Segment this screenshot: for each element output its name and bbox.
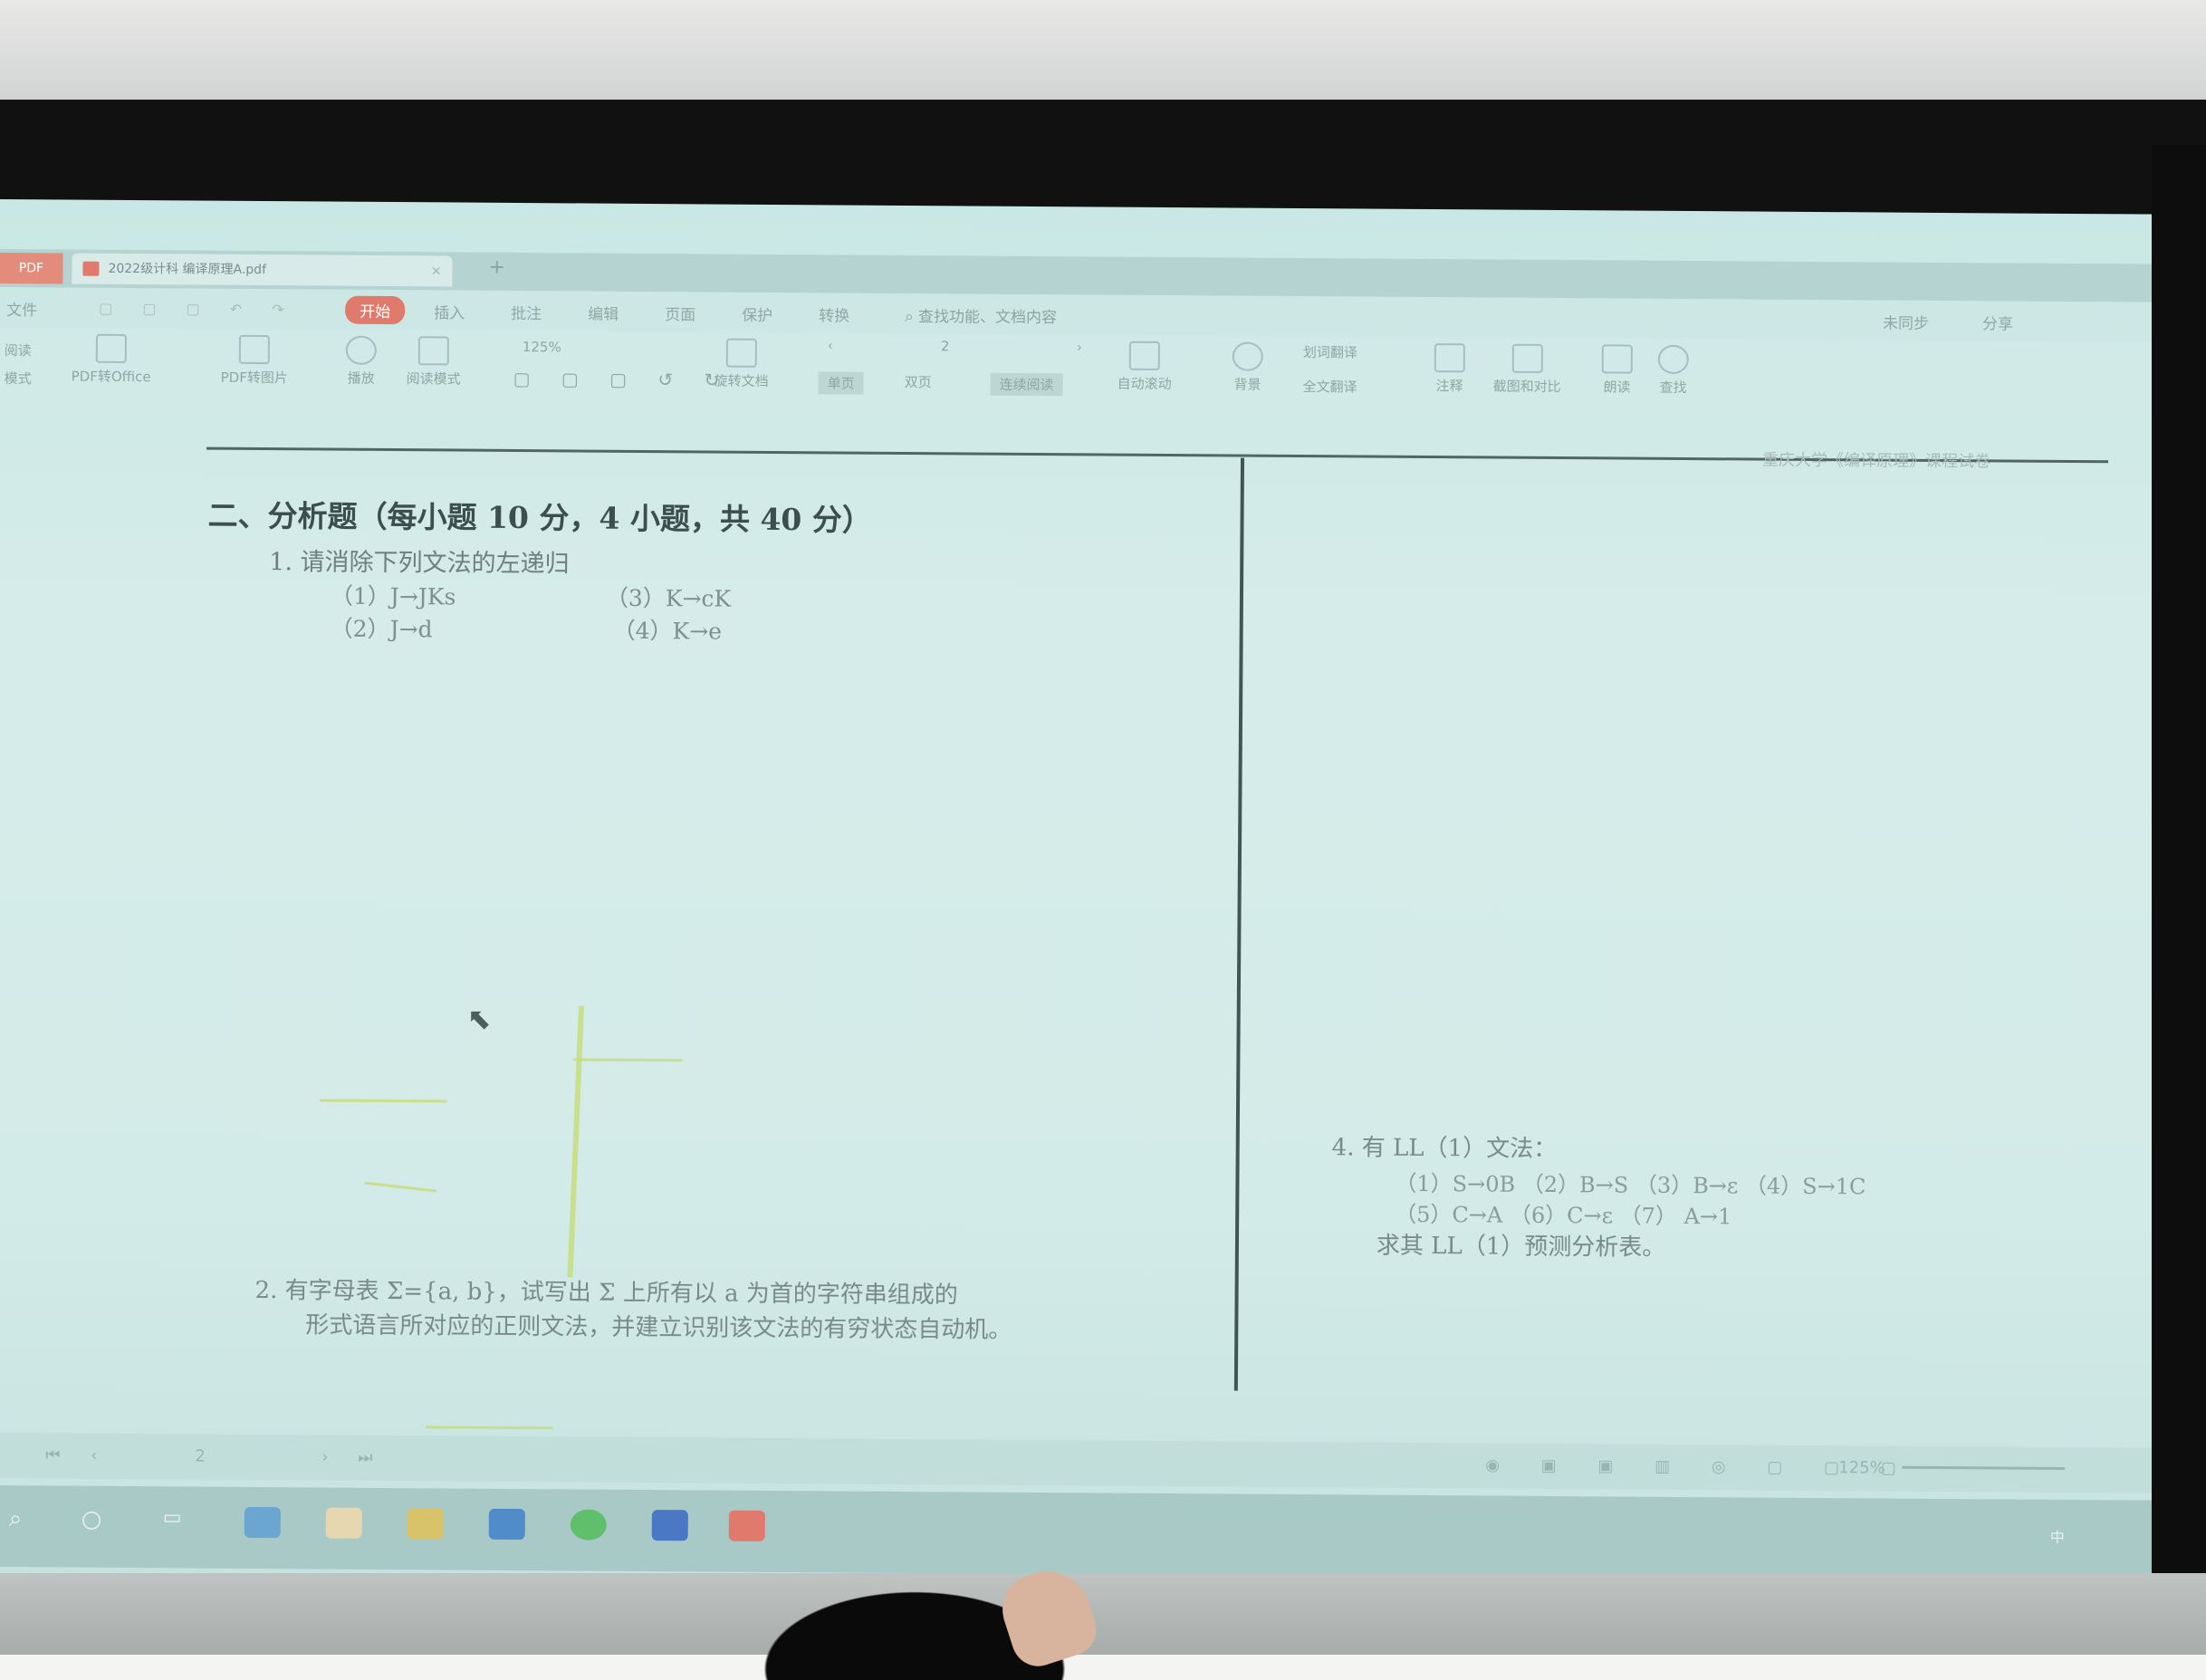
quick-access-icons[interactable]: ▢ ▢ ▢ ↶ ↷: [99, 300, 297, 319]
pen-annotation: [567, 1005, 585, 1278]
pen-annotation: [426, 1426, 553, 1430]
pdf-to-image-button[interactable]: PDF转图片: [221, 330, 289, 388]
menu-edit[interactable]: 编辑: [588, 302, 619, 324]
column-divider: [1233, 457, 1245, 1391]
q4-productions-row-2: （5）C→A （6）C→ε （7） A→1: [1395, 1201, 1732, 1230]
prev-page-button[interactable]: ‹: [828, 337, 833, 353]
pdf-page[interactable]: 二、分析题（每小题 10 分，4 小题，共 40 分） 1. 请消除下列文法的左…: [0, 449, 2163, 1514]
pdf-file-icon: [82, 261, 100, 276]
status-page-number[interactable]: 2: [195, 1447, 206, 1466]
next-page-status-button[interactable]: ›: [321, 1448, 328, 1467]
task-view-icon[interactable]: ▭: [163, 1506, 199, 1537]
play-icon: [345, 335, 377, 365]
rotate-document-button[interactable]: 旋转文档: [715, 333, 769, 390]
search-placeholder: 查找功能、文档内容: [917, 308, 1058, 328]
sync-status[interactable]: 未同步: [1883, 311, 1929, 333]
note-icon: [1434, 343, 1465, 373]
search-icon[interactable]: ⌕: [9, 1505, 45, 1536]
file-explorer-icon[interactable]: [407, 1508, 444, 1540]
menu-annotate[interactable]: 批注: [511, 301, 542, 323]
mail-icon[interactable]: [488, 1508, 525, 1541]
screenshot-compare-button[interactable]: 截图和对比: [1493, 339, 1561, 397]
menu-file[interactable]: 文件: [6, 297, 37, 320]
screenshot-icon: [1511, 343, 1543, 373]
windows-taskbar: ⌕ ○ ▭ 中: [0, 1484, 2156, 1582]
annotation-button[interactable]: 注释: [1434, 338, 1465, 395]
q1-production-1: （1）J→JKs: [330, 582, 456, 610]
find-button[interactable]: 查找: [1657, 340, 1689, 397]
q1-production-4: （4）K→e: [612, 617, 723, 645]
first-page-button[interactable]: ⏮: [45, 1445, 60, 1464]
q4-productions-row-1: （1）S→0B （2）B→S （3）B→ε （4）S→1C: [1395, 1170, 1866, 1200]
word-translate-button[interactable]: 划词翻译: [1303, 342, 1357, 361]
prev-page-status-button[interactable]: ‹: [91, 1446, 97, 1465]
menu-protect[interactable]: 保护: [742, 302, 772, 325]
question-1-title: 1. 请消除下列文法的左递归: [269, 548, 570, 579]
speaker-icon: [1601, 344, 1633, 374]
read-mode-side[interactable]: 阅读 模式: [5, 341, 32, 388]
close-icon[interactable]: ×: [431, 255, 442, 286]
pen-annotation: [320, 1099, 447, 1103]
q2-line-2: 形式语言所对应的正则文法，并建立识别该文法的有穷状态自动机。: [305, 1311, 1012, 1344]
question-2: 2. 有字母表 Σ={a, b}，试写出 Σ 上所有以 a 为首的字符串组成的 …: [254, 1273, 1233, 1349]
q1-production-2: （2）J→d: [330, 615, 433, 643]
full-translate-button[interactable]: 全文翻译: [1303, 377, 1357, 396]
pen-annotation: [573, 1058, 683, 1062]
q4-ask: 求其 LL（1）预测分析表。: [1376, 1232, 1666, 1262]
tab-document[interactable]: 2022级计科 编译原理A.pdf ×: [72, 253, 453, 287]
read-aloud-button[interactable]: 朗读: [1601, 339, 1633, 396]
wechat-icon[interactable]: [570, 1509, 607, 1541]
menu-start[interactable]: 开始: [345, 295, 406, 325]
rotate-icon: [725, 338, 757, 368]
menu-convert[interactable]: 转换: [819, 302, 849, 325]
wps-pdf-icon[interactable]: [728, 1510, 765, 1541]
projector-frame-right: [2152, 145, 2206, 1655]
next-page-button[interactable]: ›: [1077, 339, 1082, 355]
menu-page[interactable]: 页面: [665, 302, 695, 324]
ime-indicator[interactable]: 中: [2050, 1525, 2065, 1547]
tab-document-title: 2022级计科 编译原理A.pdf: [108, 261, 267, 278]
status-zoom[interactable]: 125%: [1838, 1458, 1885, 1477]
play-button[interactable]: 播放: [345, 331, 377, 388]
view-single-button[interactable]: 单页: [818, 371, 864, 395]
section-title: 二、分析题（每小题 10 分，4 小题，共 40 分）: [207, 497, 872, 538]
projected-screen: PDF 2022级计科 编译原理A.pdf × + 文件 ▢ ▢ ▢ ↶ ↷ 开…: [0, 199, 2164, 1637]
image-icon: [238, 334, 271, 365]
q1-production-3: （3）K→cK: [605, 584, 732, 612]
tab-pdf-home[interactable]: PDF: [0, 252, 63, 284]
ribbon-toolbar: 阅读 模式 PDF转Office PDF转图片 播放 阅读模式 125% ▢ ▢…: [0, 327, 2163, 416]
zoom-select[interactable]: 125%: [523, 339, 561, 355]
view-continuous-button[interactable]: 连续阅读: [990, 372, 1063, 397]
app-icon[interactable]: [651, 1510, 688, 1541]
mouse-cursor-icon: ⬉: [466, 1001, 492, 1036]
question-4: 4. 有 LL（1）文法： （1）S→0B （2）B→S （3）B→ε （4）S…: [1331, 1128, 1866, 1262]
edge-icon[interactable]: [244, 1506, 281, 1539]
moon-icon: [1232, 341, 1263, 371]
reading-mode-button[interactable]: 阅读模式: [407, 331, 461, 388]
search-icon: ⌕: [905, 307, 914, 327]
page-tool-icons[interactable]: ▢ ▢ ▢ ↺ ↻: [513, 368, 733, 391]
pdf-to-office-button[interactable]: PDF转Office: [72, 329, 151, 387]
last-page-button[interactable]: ⏭: [358, 1448, 372, 1467]
new-tab-button[interactable]: +: [488, 256, 505, 279]
convert-icon: [95, 333, 127, 363]
magnifier-icon: [1657, 344, 1689, 375]
background-button[interactable]: 背景: [1232, 337, 1263, 394]
page-number-input[interactable]: 2: [941, 338, 950, 354]
auto-scroll-button[interactable]: 自动滚动: [1117, 336, 1172, 393]
zoom-slider[interactable]: [1902, 1465, 2066, 1470]
menu-insert[interactable]: 插入: [434, 300, 465, 322]
scroll-icon: [1128, 341, 1160, 370]
search-input[interactable]: ⌕ 查找功能、文档内容: [905, 303, 1057, 327]
pen-annotation: [364, 1181, 437, 1193]
book-icon: [417, 336, 449, 366]
share-button[interactable]: 分享: [1982, 311, 2013, 333]
view-double-button[interactable]: 双页: [905, 372, 932, 391]
cortana-icon[interactable]: ○: [82, 1506, 118, 1537]
app-icon[interactable]: [325, 1507, 362, 1539]
q4-title: 4. 有 LL（1）文法：: [1331, 1134, 1558, 1164]
